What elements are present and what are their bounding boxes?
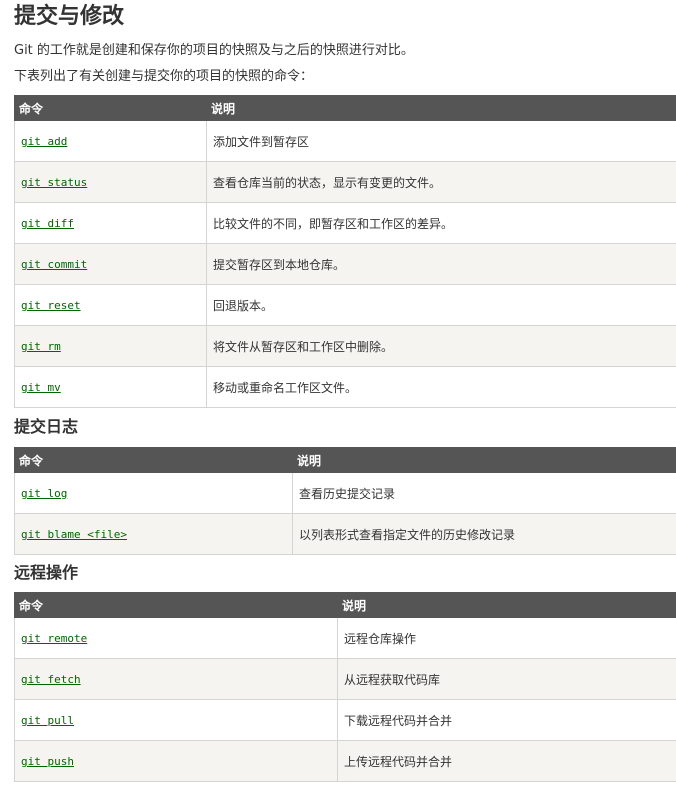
remote-operations-table: 命令 说明 git remote 远程仓库操作 git fetch 从远程获取代… [14, 592, 676, 782]
command-cell: git pull [14, 699, 338, 741]
section-title-commit-log: 提交日志 [14, 417, 79, 436]
command-link-git-add[interactable]: git add [21, 135, 67, 148]
command-cell: git remote [14, 617, 338, 659]
description-cell: 查看仓库当前的状态，显示有变更的文件。 [206, 161, 676, 203]
command-link-git-diff[interactable]: git diff [21, 217, 74, 230]
command-link-git-fetch[interactable]: git fetch [21, 673, 81, 686]
description-cell: 提交暂存区到本地仓库。 [206, 243, 676, 285]
table-row: git status 查看仓库当前的状态，显示有变更的文件。 [14, 161, 676, 203]
command-cell: git add [14, 120, 207, 162]
table-row: git diff 比较文件的不同，即暂存区和工作区的差异。 [14, 202, 676, 244]
description-cell: 回退版本。 [206, 284, 676, 326]
table-row: git remote 远程仓库操作 [14, 617, 676, 659]
command-cell: git status [14, 161, 207, 203]
command-cell: git blame <file> [14, 513, 293, 555]
column-header-command: 命令 [14, 95, 207, 121]
table-row: git reset 回退版本。 [14, 284, 676, 326]
command-cell: git reset [14, 284, 207, 326]
command-cell: git diff [14, 202, 207, 244]
description-cell: 添加文件到暂存区 [206, 120, 676, 162]
command-link-git-rm[interactable]: git rm [21, 340, 61, 353]
column-header-description: 说明 [337, 592, 676, 618]
command-cell: git mv [14, 366, 207, 408]
column-header-command: 命令 [14, 447, 293, 473]
command-link-git-log[interactable]: git log [21, 487, 67, 500]
table-row: git mv 移动或重命名工作区文件。 [14, 366, 676, 408]
table-header-row: 命令 说明 [14, 592, 676, 618]
table-row: git pull 下载远程代码并合并 [14, 699, 676, 741]
command-cell: git log [14, 472, 293, 514]
intro-text: Git 的工作就是创建和保存你的项目的快照及与之后的快照进行对比。 [14, 43, 414, 58]
table-row: git rm 将文件从暂存区和工作区中删除。 [14, 325, 676, 367]
column-header-description: 说明 [292, 447, 676, 473]
command-cell: git fetch [14, 658, 338, 700]
description-cell: 将文件从暂存区和工作区中删除。 [206, 325, 676, 367]
command-link-git-blame[interactable]: git blame <file> [21, 528, 127, 541]
description-cell: 以列表形式查看指定文件的历史修改记录 [292, 513, 676, 555]
description-cell: 移动或重命名工作区文件。 [206, 366, 676, 408]
table-header-row: 命令 说明 [14, 95, 676, 121]
table-intro-text: 下表列出了有关创建与提交你的项目的快照的命令： [14, 69, 314, 84]
command-link-git-status[interactable]: git status [21, 176, 87, 189]
commit-commands-table: 命令 说明 git add 添加文件到暂存区 git status 查看仓库当前… [14, 95, 676, 408]
table-row: git push 上传远程代码并合并 [14, 740, 676, 782]
page-title: 提交与修改 [14, 4, 125, 29]
command-cell: git commit [14, 243, 207, 285]
command-cell: git push [14, 740, 338, 782]
description-cell: 远程仓库操作 [337, 617, 676, 659]
command-link-git-mv[interactable]: git mv [21, 381, 61, 394]
table-row: git fetch 从远程获取代码库 [14, 658, 676, 700]
description-cell: 上传远程代码并合并 [337, 740, 676, 782]
column-header-command: 命令 [14, 592, 338, 618]
table-row: git commit 提交暂存区到本地仓库。 [14, 243, 676, 285]
command-link-git-push[interactable]: git push [21, 755, 74, 768]
column-header-description: 说明 [206, 95, 676, 121]
commit-log-table: 命令 说明 git log 查看历史提交记录 git blame <file> … [14, 447, 676, 555]
description-cell: 比较文件的不同，即暂存区和工作区的差异。 [206, 202, 676, 244]
command-link-git-remote[interactable]: git remote [21, 632, 87, 645]
description-cell: 查看历史提交记录 [292, 472, 676, 514]
description-cell: 从远程获取代码库 [337, 658, 676, 700]
command-link-git-pull[interactable]: git pull [21, 714, 74, 727]
command-link-git-reset[interactable]: git reset [21, 299, 81, 312]
table-row: git log 查看历史提交记录 [14, 472, 676, 514]
command-cell: git rm [14, 325, 207, 367]
table-header-row: 命令 说明 [14, 447, 676, 473]
section-title-remote-operations: 远程操作 [14, 563, 79, 582]
table-row: git add 添加文件到暂存区 [14, 120, 676, 162]
command-link-git-commit[interactable]: git commit [21, 258, 87, 271]
description-cell: 下载远程代码并合并 [337, 699, 676, 741]
table-row: git blame <file> 以列表形式查看指定文件的历史修改记录 [14, 513, 676, 555]
